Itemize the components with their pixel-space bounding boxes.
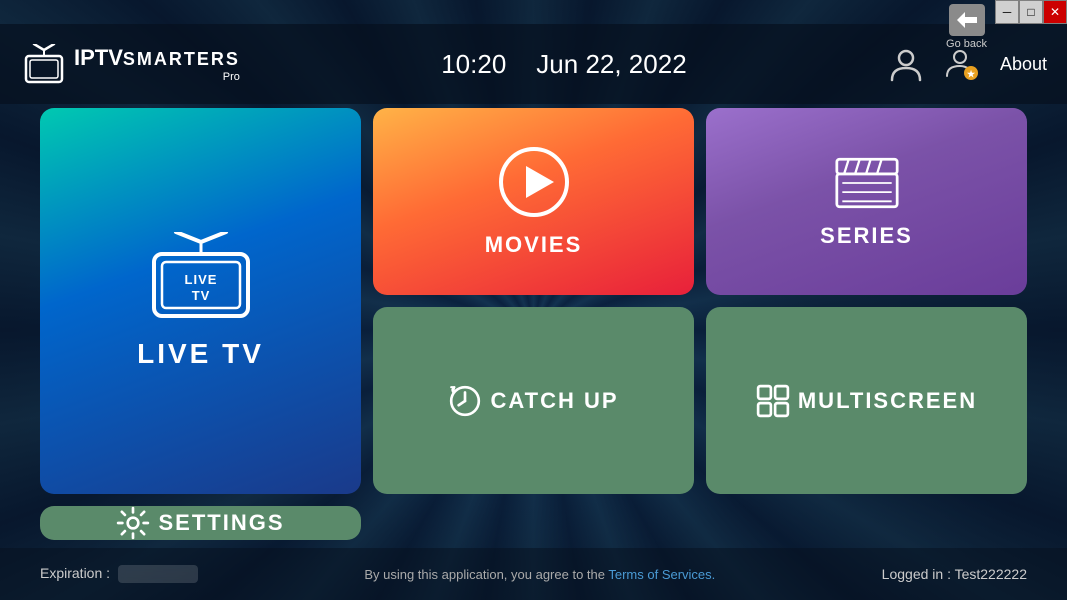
footer-logged-in: Logged in : Test222222	[882, 566, 1027, 582]
header-right: ★ About	[888, 46, 1047, 82]
maximize-button[interactable]: □	[1019, 0, 1043, 24]
logo-pro: Pro	[74, 71, 240, 83]
terms-text: By using this application, you agree to …	[364, 567, 608, 582]
logo-text: IPTV SMARTERS Pro	[74, 45, 240, 83]
series-tile[interactable]: SERIES	[706, 108, 1027, 295]
settings-row: SETTINGS	[116, 506, 284, 540]
header-center: 10:20 Jun 22, 2022	[240, 49, 888, 80]
go-back-button[interactable]	[949, 4, 985, 36]
movies-label: MOVIES	[485, 232, 583, 258]
close-button[interactable]: ✕	[1043, 0, 1067, 24]
terms-link[interactable]: Terms of Services.	[608, 567, 715, 582]
svg-text:LIVE: LIVE	[184, 272, 217, 287]
header-date: Jun 22, 2022	[536, 49, 686, 80]
settings-icon	[116, 506, 150, 540]
series-label: SERIES	[820, 223, 913, 249]
svg-text:TV: TV	[191, 288, 210, 303]
go-back-area[interactable]: Go back	[946, 4, 987, 50]
multiscreen-icon	[756, 384, 790, 418]
footer: Expiration : By using this application, …	[0, 548, 1067, 600]
header-time: 10:20	[441, 49, 506, 80]
logo-tv-icon	[20, 44, 68, 84]
logo-area: IPTV SMARTERS Pro	[20, 44, 240, 84]
expiration-label: Expiration :	[40, 565, 110, 581]
catchup-icon	[448, 384, 482, 418]
multiscreen-label: MULTISCREEN	[798, 388, 977, 414]
minimize-button[interactable]: ─	[995, 0, 1019, 24]
settings-label: SETTINGS	[158, 510, 284, 536]
expiration-value	[118, 565, 198, 583]
multiscreen-tile[interactable]: MULTISCREEN	[706, 307, 1027, 494]
catchup-tile[interactable]: CATCH UP	[373, 307, 694, 494]
clapper-icon	[835, 155, 899, 211]
play-icon	[498, 146, 570, 218]
go-back-label: Go back	[946, 38, 987, 50]
live-tv-tile[interactable]: LIVE TV LIVE TV	[40, 108, 361, 494]
titlebar: ─ □ ✕	[995, 0, 1067, 24]
live-tv-icon: LIVE TV	[146, 232, 256, 322]
svg-text:★: ★	[967, 69, 976, 79]
multiscreen-row: MULTISCREEN	[756, 384, 977, 418]
footer-expiration: Expiration :	[40, 565, 198, 583]
user-badge-icon: ★	[944, 46, 980, 82]
live-tv-label: LIVE TV	[137, 338, 264, 370]
catchup-row: CATCH UP	[448, 384, 618, 418]
main-grid: LIVE TV LIVE TV MOVIES	[40, 108, 1027, 540]
movies-tile[interactable]: MOVIES	[373, 108, 694, 295]
logo-smarters: SMARTERS	[123, 49, 240, 70]
footer-terms: By using this application, you agree to …	[364, 567, 715, 582]
logo-iptv: IPTV	[74, 45, 123, 71]
user-icon	[888, 46, 924, 82]
header: IPTV SMARTERS Pro 10:20 Jun 22, 2022 ★ A…	[0, 24, 1067, 104]
catchup-label: CATCH UP	[490, 388, 618, 414]
about-button[interactable]: About	[1000, 54, 1047, 75]
settings-tile[interactable]: SETTINGS	[40, 506, 361, 540]
